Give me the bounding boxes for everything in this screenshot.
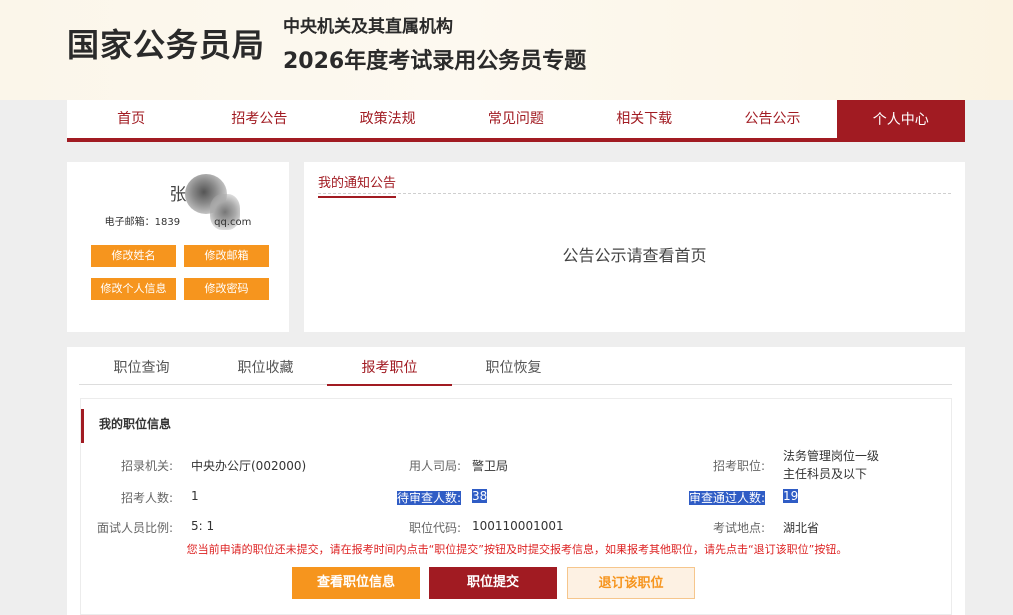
- notice-title: 我的通知公告: [318, 172, 397, 198]
- org-value: 中央办公厅(002000): [191, 459, 307, 473]
- passed-value-text: 19: [783, 489, 799, 503]
- user-email: 电子邮箱：1839 qq.com: [67, 213, 289, 228]
- count-value: 1: [191, 489, 199, 503]
- count-label: 招考人数:: [120, 491, 173, 505]
- ratio-label: 面试人员比例:: [96, 521, 173, 535]
- main-nav: 首页 招考公告 政策法规 常见问题 相关下载 公告公示 个人中心: [67, 100, 965, 142]
- user-name: 张: [169, 185, 187, 205]
- nav-announcements[interactable]: 招考公告: [195, 100, 323, 138]
- unsubscribe-position-button[interactable]: 退订该职位: [567, 567, 695, 599]
- position-panel: 职位查询 职位收藏 报考职位 职位恢复 我的职位信息 招录机关: 中央办公厅(0…: [67, 347, 965, 615]
- edit-personal-info-button[interactable]: 修改个人信息: [91, 278, 176, 300]
- bureau-label: 用人司局:: [408, 459, 461, 473]
- edit-password-button[interactable]: 修改密码: [184, 278, 269, 300]
- submission-warning: 您当前申请的职位还未提交，请在报考时间内点击“职位提交”按钮及时提交报考信息，如…: [186, 543, 848, 556]
- passed-value: 19: [783, 489, 799, 503]
- site-name: 国家公务员局: [67, 26, 266, 64]
- edit-name-button[interactable]: 修改姓名: [91, 245, 176, 267]
- nav-personal-center[interactable]: 个人中心: [836, 100, 965, 142]
- nav-faq[interactable]: 常见问题: [452, 100, 580, 138]
- nav-notices[interactable]: 公告公示: [708, 100, 836, 138]
- view-position-button[interactable]: 查看职位信息: [292, 567, 420, 599]
- nav-home[interactable]: 首页: [67, 100, 195, 138]
- submit-position-button[interactable]: 职位提交: [429, 567, 557, 599]
- email-suffix: qq.com: [214, 217, 252, 228]
- pending-label-text: 待审查人数:: [396, 491, 461, 505]
- notice-card: 我的通知公告 公告公示请查看首页: [304, 162, 965, 332]
- position-info-title: 我的职位信息: [81, 409, 171, 443]
- profile-card: 张 电子邮箱：1839 qq.com 修改姓名 修改邮箱 修改个人信息 修改密码: [67, 162, 289, 332]
- passed-label: 审查通过人数:: [661, 489, 765, 506]
- passed-label-text: 审查通过人数:: [688, 491, 765, 505]
- place-label: 考试地点:: [712, 521, 765, 535]
- org-label: 招录机关:: [120, 459, 173, 473]
- tab-position-favorites[interactable]: 职位收藏: [203, 357, 328, 377]
- post-value-line1: 法务管理岗位一级: [783, 449, 880, 463]
- email-prefix: 电子邮箱：1839: [104, 217, 181, 228]
- tab-applied-position[interactable]: 报考职位: [327, 357, 452, 386]
- position-info-card: 我的职位信息 招录机关: 中央办公厅(002000) 用人司局: 警卫局 招考职…: [80, 398, 952, 615]
- pending-value: 38: [472, 489, 488, 503]
- ratio-value: 5: 1: [191, 519, 215, 533]
- pending-value-text: 38: [472, 489, 488, 503]
- tab-position-search[interactable]: 职位查询: [79, 357, 204, 377]
- site-header: 国家公务员局 中央机关及其直属机构 2026年度考试录用公务员专题: [0, 0, 1013, 100]
- nav-downloads[interactable]: 相关下载: [580, 100, 708, 138]
- place-value: 湖北省: [783, 521, 820, 535]
- edit-email-button[interactable]: 修改邮箱: [184, 245, 269, 267]
- tab-bar: 职位查询 职位收藏 报考职位 职位恢复: [79, 347, 952, 386]
- code-label: 职位代码:: [408, 521, 461, 535]
- notice-text: 公告公示请查看首页: [562, 246, 707, 265]
- bureau-value: 警卫局: [472, 459, 509, 473]
- post-value-line2: 主任科员及以下: [783, 467, 868, 481]
- header-subtitle-exam: 2026年度考试录用公务员专题: [283, 49, 587, 74]
- header-subtitle-org: 中央机关及其直属机构: [283, 17, 453, 37]
- tab-position-restore[interactable]: 职位恢复: [451, 357, 576, 377]
- divider: [318, 193, 951, 194]
- nav-policies[interactable]: 政策法规: [324, 100, 452, 138]
- post-label: 招考职位:: [712, 459, 765, 473]
- code-value: 100110001001: [472, 519, 564, 533]
- pending-label: 待审查人数:: [361, 489, 461, 506]
